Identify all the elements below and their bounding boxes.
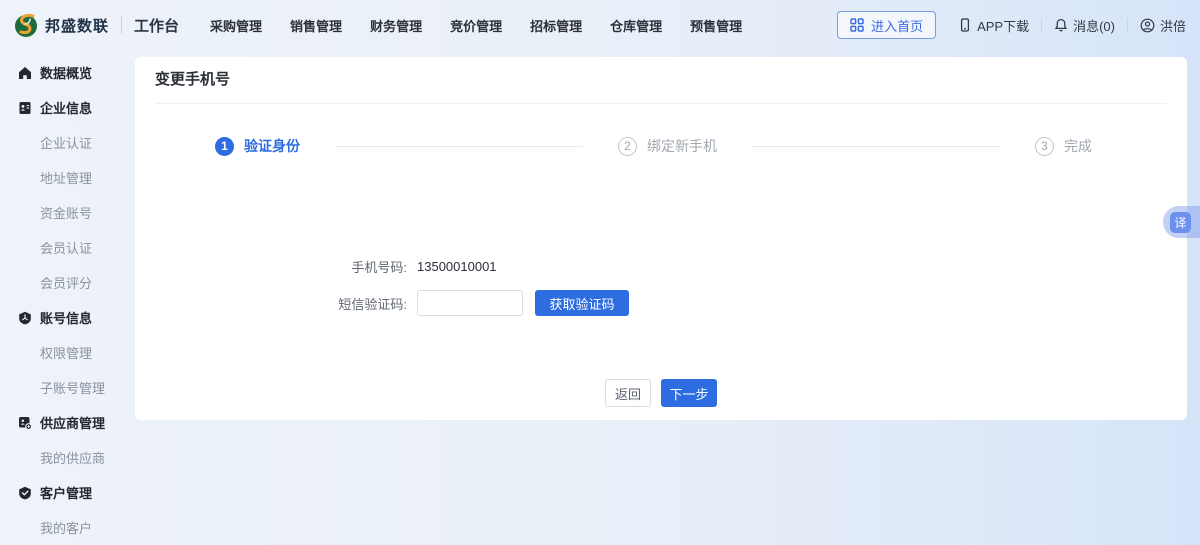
translate-fab[interactable]: 译	[1163, 206, 1200, 238]
sidebar-item-label: 权限管理	[40, 343, 92, 362]
step-connector	[752, 146, 1000, 147]
sidebar-item-subaccount-mgmt[interactable]: 子账号管理	[0, 370, 135, 405]
sidebar-item-address-mgmt[interactable]: 地址管理	[0, 160, 135, 195]
username: 洪倍	[1160, 16, 1186, 35]
sidebar-item-label: 地址管理	[40, 168, 92, 187]
topbar: 邦盛数联 工作台 采购管理 销售管理 财务管理 竞价管理 招标管理 仓库管理 预…	[0, 0, 1200, 50]
sidebar-item-customer-mgmt[interactable]: 客户管理	[0, 475, 135, 510]
sidebar-item-label: 企业信息	[40, 98, 92, 117]
sidebar-item-fund-account[interactable]: 资金账号	[0, 195, 135, 230]
sidebar-item-company-auth[interactable]: 企业认证	[0, 125, 135, 160]
customer-icon	[18, 486, 32, 500]
step-bind-new-phone: 2 绑定新手机	[618, 136, 717, 156]
step-label: 绑定新手机	[647, 136, 717, 156]
home-icon	[18, 66, 32, 80]
sidebar-item-company-info[interactable]: 企业信息	[0, 90, 135, 125]
enter-home-label: 进入首页	[871, 16, 923, 35]
company-icon	[18, 101, 32, 115]
title-divider	[155, 103, 1167, 104]
step-complete: 3 完成	[1035, 136, 1092, 156]
step-number: 3	[1035, 137, 1054, 156]
phone-number-row: 手机号码: 13500010001	[135, 251, 1187, 281]
menu-item-sales[interactable]: 销售管理	[290, 16, 342, 35]
menu-item-warehouse[interactable]: 仓库管理	[610, 16, 662, 35]
user-avatar-icon	[1140, 18, 1155, 33]
step-connector	[335, 146, 583, 147]
topbar-divider	[121, 16, 122, 34]
sidebar-item-label: 账号信息	[40, 308, 92, 327]
app-download[interactable]: APP下载	[958, 16, 1029, 35]
back-button[interactable]: 返回	[605, 379, 651, 407]
main-menu: 采购管理 销售管理 财务管理 竞价管理 招标管理 仓库管理 预售管理	[210, 16, 742, 35]
messages[interactable]: 消息(0)	[1054, 16, 1115, 35]
step-verify-identity: 1 验证身份	[215, 136, 300, 156]
sidebar-item-label: 供应商管理	[40, 413, 105, 432]
sidebar-item-member-auth[interactable]: 会员认证	[0, 230, 135, 265]
user-menu[interactable]: 洪倍	[1140, 16, 1186, 35]
step-label: 完成	[1064, 136, 1092, 156]
phone-icon	[958, 18, 972, 32]
sms-code-input[interactable]	[417, 290, 523, 316]
brand-logo-icon	[12, 11, 40, 39]
menu-item-finance[interactable]: 财务管理	[370, 16, 422, 35]
sidebar-item-label: 子账号管理	[40, 378, 105, 397]
account-icon	[18, 311, 32, 325]
sidebar: 数据概览 企业信息 企业认证 地址管理 资金账号 会员认证 会员评分	[0, 50, 135, 543]
sms-code-label: 短信验证码:	[135, 294, 407, 313]
sidebar-item-member-score[interactable]: 会员评分	[0, 265, 135, 300]
sidebar-item-label: 会员评分	[40, 273, 92, 292]
topbar-right: 进入首页 APP下载 消息(0)	[837, 11, 1186, 39]
bell-icon	[1054, 18, 1068, 32]
sidebar-item-label: 数据概览	[40, 63, 92, 82]
step-number: 2	[618, 137, 637, 156]
sidebar-item-account-info[interactable]: 账号信息	[0, 300, 135, 335]
sidebar-item-my-customers[interactable]: 我的客户	[0, 510, 135, 545]
sidebar-item-label: 我的客户	[40, 518, 92, 537]
step-number: 1	[215, 137, 234, 156]
topbar-separator	[1041, 18, 1042, 32]
sidebar-item-label: 客户管理	[40, 483, 92, 502]
menu-item-tender[interactable]: 招标管理	[530, 16, 582, 35]
main-panel: 变更手机号 1 验证身份 2 绑定新手机 3 完成 手机号码: 13500010…	[135, 57, 1187, 420]
menu-item-bidding[interactable]: 竞价管理	[450, 16, 502, 35]
sidebar-item-label: 会员认证	[40, 238, 92, 257]
enter-home-button[interactable]: 进入首页	[837, 11, 936, 39]
sidebar-item-label: 我的供应商	[40, 448, 105, 467]
phone-number-label: 手机号码:	[135, 257, 407, 276]
workspace-label[interactable]: 工作台	[134, 15, 179, 36]
sidebar-item-label: 企业认证	[40, 133, 92, 152]
phone-number-value: 13500010001	[417, 259, 497, 274]
apps-grid-icon	[850, 18, 864, 32]
topbar-separator	[1127, 18, 1128, 32]
menu-item-presale[interactable]: 预售管理	[690, 16, 742, 35]
stepper: 1 验证身份 2 绑定新手机 3 完成	[215, 131, 1092, 161]
sidebar-item-label: 资金账号	[40, 203, 92, 222]
sidebar-item-my-suppliers[interactable]: 我的供应商	[0, 440, 135, 475]
translate-icon: 译	[1170, 212, 1191, 233]
app-download-label: APP下载	[977, 16, 1029, 35]
get-code-button[interactable]: 获取验证码	[535, 290, 629, 316]
sidebar-item-supplier-mgmt[interactable]: 供应商管理	[0, 405, 135, 440]
supplier-icon	[18, 416, 32, 430]
form-actions: 返回 下一步	[135, 379, 1187, 407]
page-title: 变更手机号	[155, 57, 230, 103]
step-label: 验证身份	[244, 136, 300, 156]
menu-item-purchase[interactable]: 采购管理	[210, 16, 262, 35]
sms-code-row: 短信验证码: 获取验证码	[135, 288, 1187, 318]
next-step-button[interactable]: 下一步	[661, 379, 717, 407]
brand-name: 邦盛数联	[45, 15, 109, 36]
sidebar-item-data-overview[interactable]: 数据概览	[0, 55, 135, 90]
sidebar-item-permission-mgmt[interactable]: 权限管理	[0, 335, 135, 370]
messages-label: 消息(0)	[1073, 16, 1115, 35]
